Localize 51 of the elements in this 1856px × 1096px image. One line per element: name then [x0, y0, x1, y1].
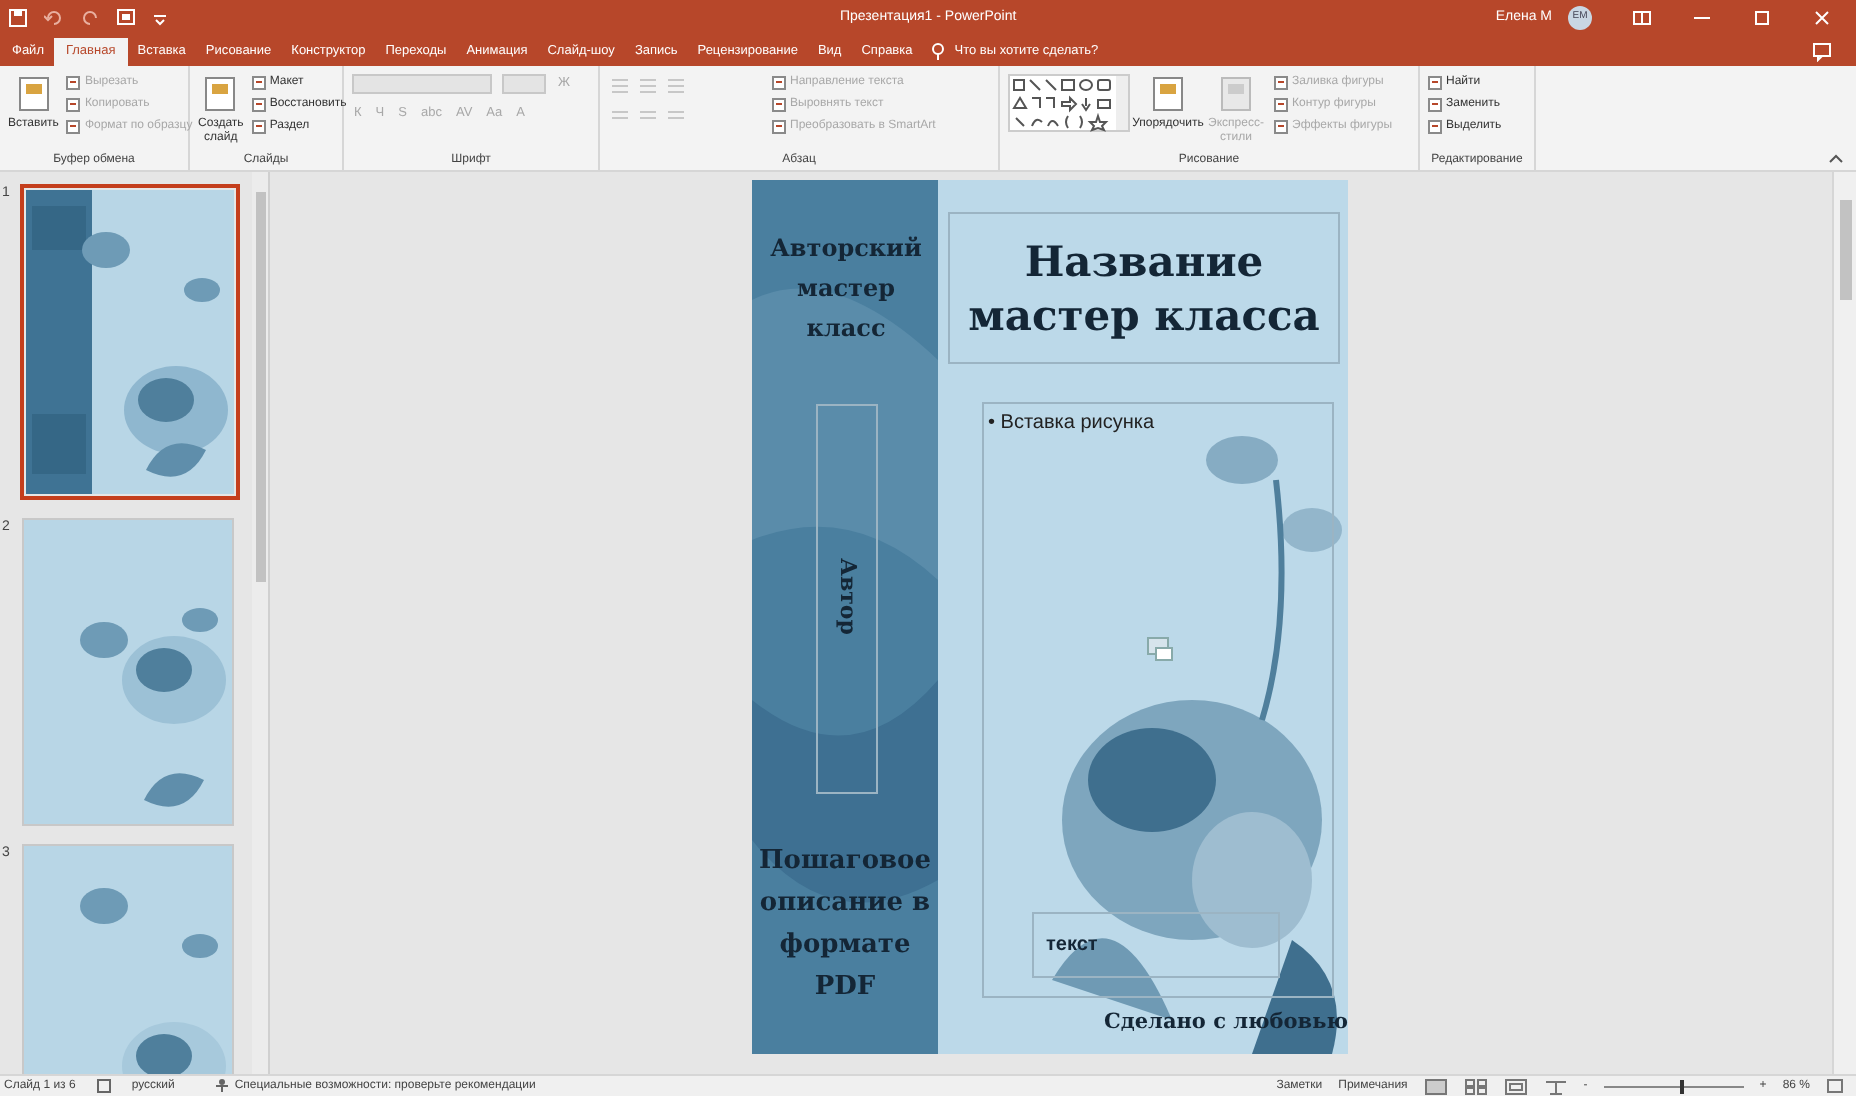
slide-heading: Авторский мастер класс [768, 232, 924, 346]
document-icon [1428, 75, 1442, 89]
title-placeholder[interactable]: Название мастер класса [948, 212, 1340, 364]
accessibility-icon [214, 1078, 231, 1094]
undo-icon[interactable] [44, 8, 64, 28]
document-icon [251, 97, 266, 111]
scroll-bar[interactable] [1832, 172, 1856, 1074]
redo-icon[interactable] [80, 8, 100, 28]
slide-title: Название мастер класса [966, 234, 1322, 342]
author-text: Автор [832, 556, 863, 639]
document-icon [251, 75, 266, 89]
normal-view-icon[interactable] [1423, 1077, 1448, 1095]
document-icon [66, 119, 81, 133]
clipboard-icon [13, 74, 54, 114]
document-icon [772, 97, 786, 111]
clipboard-icon [1216, 74, 1256, 114]
text-placeholder[interactable] [816, 404, 878, 794]
scroll-bar[interactable] [252, 172, 268, 1074]
document-icon [1274, 119, 1288, 133]
document-icon [772, 119, 786, 133]
document-icon [1428, 97, 1442, 111]
caption-text: текст [1044, 932, 1100, 960]
clipboard-icon [1148, 74, 1188, 114]
caption-placeholder[interactable]: текст [1032, 912, 1280, 978]
comment-icon[interactable] [1812, 42, 1832, 62]
insert-picture-icon[interactable] [1146, 636, 1174, 662]
document-icon [66, 97, 81, 111]
save-icon[interactable] [8, 8, 28, 28]
spelling-icon[interactable] [95, 1078, 112, 1094]
bullet-text: • Вставка рисунка [986, 410, 1157, 438]
document-icon [772, 75, 786, 89]
maximize-icon[interactable] [1752, 8, 1772, 28]
clipboard-icon [200, 74, 241, 114]
fit-slide-icon[interactable] [1826, 1078, 1844, 1094]
font-size-field[interactable] [502, 74, 546, 94]
slide-description: Пошаговое описание в формате PDF [757, 844, 933, 1006]
document-icon [66, 75, 81, 89]
document-icon [1274, 97, 1288, 111]
reading-view-icon[interactable] [1503, 1077, 1528, 1095]
shapes-gallery[interactable] [1008, 74, 1130, 132]
collapse-ribbon-icon[interactable] [1828, 152, 1844, 164]
close-icon[interactable] [1812, 8, 1832, 28]
slideshow-icon[interactable] [1543, 1077, 1568, 1095]
lightbulb-icon [930, 42, 947, 62]
slide-sorter-icon[interactable] [1463, 1077, 1488, 1095]
customize-icon[interactable] [152, 10, 168, 26]
zoom-slider-thumb[interactable] [1680, 1079, 1685, 1093]
document-icon [251, 119, 266, 133]
ribbon-display-icon[interactable] [1632, 8, 1652, 28]
document-icon [1274, 75, 1288, 89]
document-icon [1428, 119, 1442, 133]
